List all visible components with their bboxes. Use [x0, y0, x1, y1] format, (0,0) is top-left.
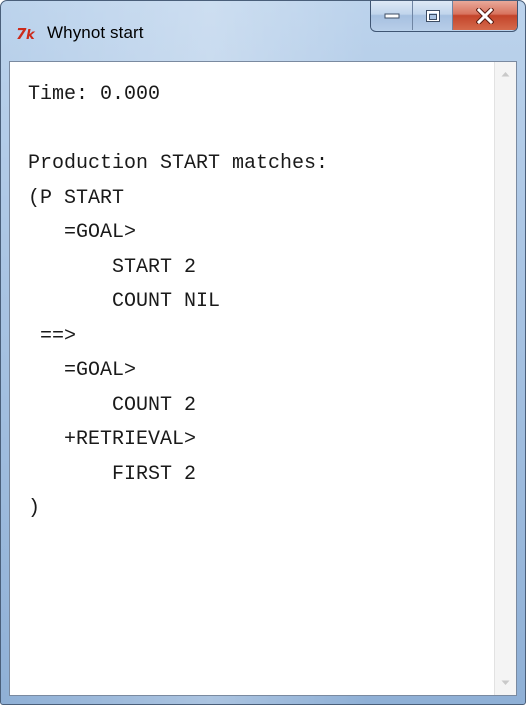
output-line: +RETRIEVAL>	[28, 428, 197, 451]
tk-feather-icon: 7 k	[15, 23, 43, 43]
chevron-down-icon	[501, 680, 510, 685]
caption-buttons	[370, 1, 518, 32]
output-line: COUNT 2	[28, 393, 197, 417]
close-button[interactable]	[453, 1, 517, 30]
maximize-icon	[425, 9, 440, 22]
scroll-track[interactable]	[495, 84, 516, 673]
text-panel: Time: 0.000 Production START matches: (P…	[9, 61, 517, 696]
whynot-output: Time: 0.000 Production START matches: (P…	[10, 62, 494, 527]
output-line: ==>	[28, 324, 77, 348]
output-line: =GOAL>	[28, 221, 137, 244]
minimize-button[interactable]	[371, 1, 413, 30]
output-text-area[interactable]: Time: 0.000 Production START matches: (P…	[10, 62, 494, 695]
output-line: =GOAL>	[28, 359, 137, 382]
whynot-window: 7 k Whynot start Time: 0.000 Production …	[0, 0, 526, 705]
scroll-down-button[interactable]	[495, 673, 516, 693]
scroll-up-button[interactable]	[495, 64, 516, 84]
maximize-button[interactable]	[413, 1, 453, 30]
title-bar[interactable]: 7 k Whynot start	[1, 1, 525, 61]
output-line: (P START	[28, 186, 125, 210]
window-title: Whynot start	[47, 23, 144, 42]
minimize-icon	[384, 13, 399, 18]
close-icon	[476, 7, 494, 24]
vertical-scrollbar[interactable]	[494, 62, 516, 695]
output-line: )	[28, 497, 41, 520]
output-line: Time: 0.000	[28, 83, 161, 106]
output-line: COUNT NIL	[28, 290, 221, 313]
output-line: FIRST 2	[28, 462, 197, 486]
svg-text:k: k	[26, 28, 36, 43]
output-line: START 2	[28, 255, 197, 279]
output-line: Production START matches:	[28, 152, 329, 175]
chevron-up-icon	[501, 72, 510, 77]
